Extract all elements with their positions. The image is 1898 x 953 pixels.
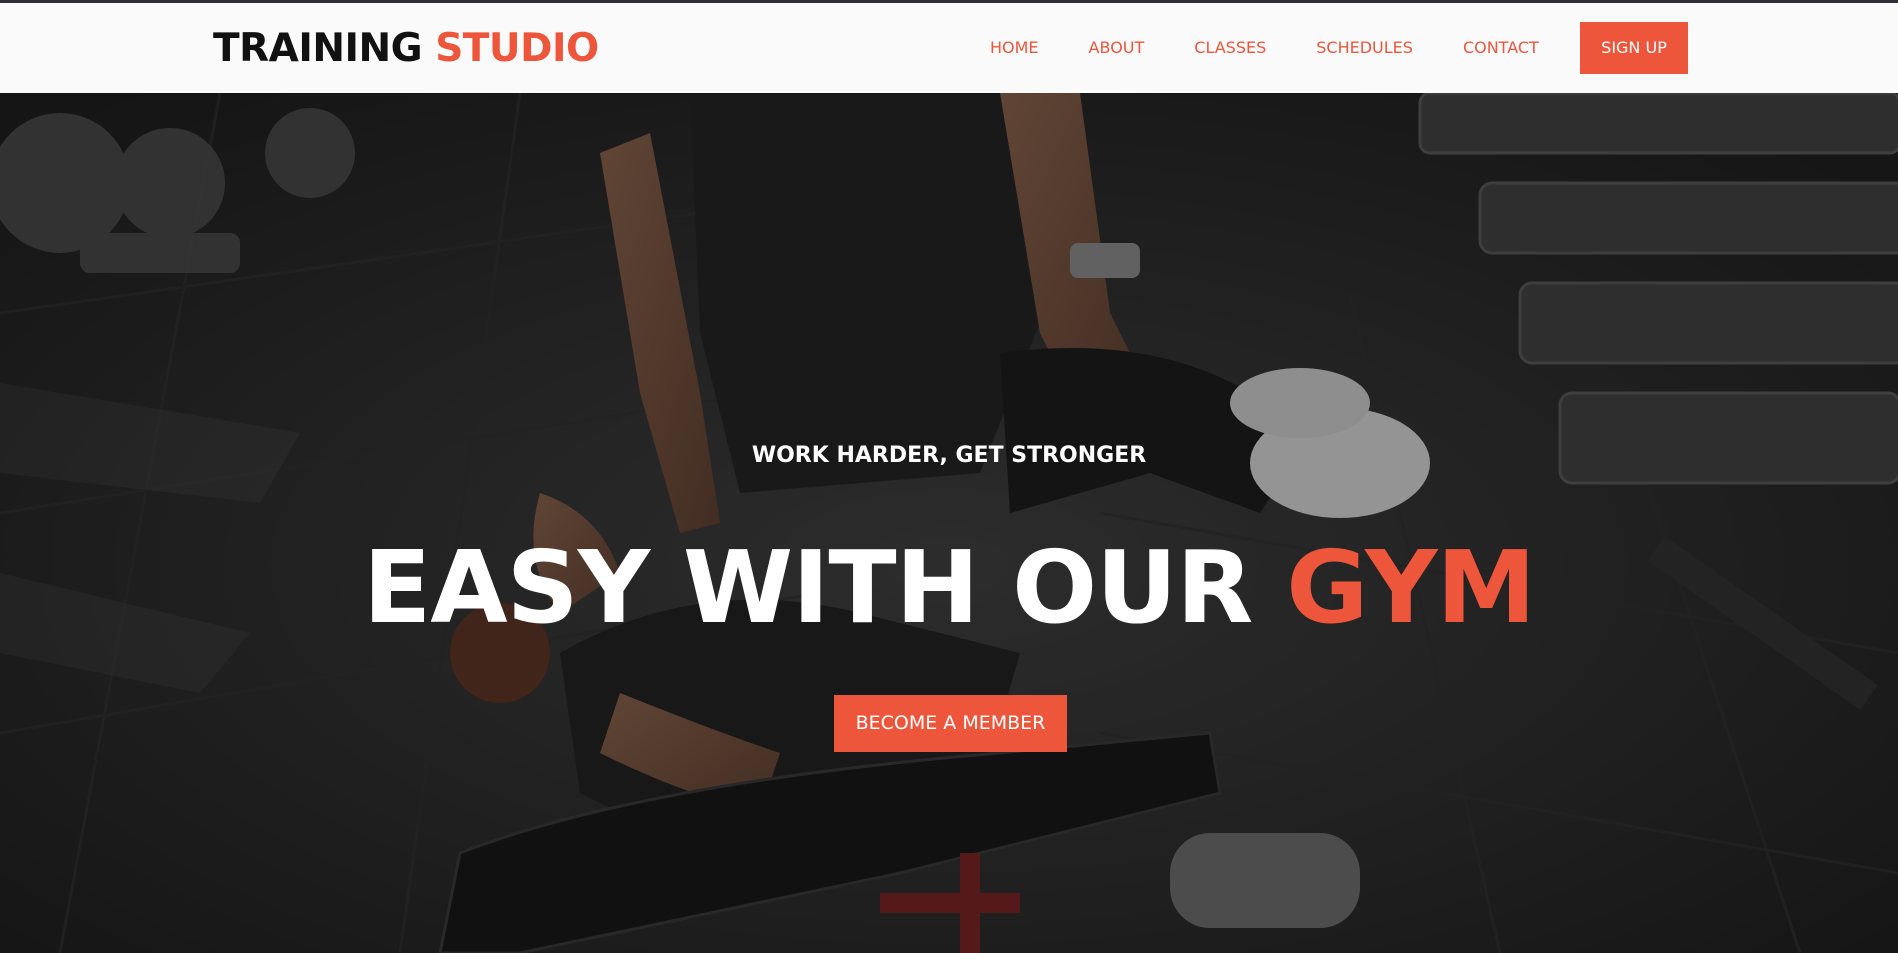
top-border (0, 0, 1898, 3)
site-logo[interactable]: TRAINING STUDIO (213, 25, 599, 73)
sign-up-button[interactable]: SIGN UP (1580, 22, 1688, 74)
nav-home[interactable]: HOME (990, 38, 1039, 58)
site-header: TRAINING STUDIO HOME ABOUT CLASSES SCHED… (0, 3, 1898, 93)
headline-main: EASY WITH OUR (362, 529, 1253, 646)
nav-contact[interactable]: CONTACT (1463, 38, 1539, 58)
headline-accent: GYM (1286, 529, 1536, 646)
nav-classes[interactable]: CLASSES (1194, 38, 1266, 58)
hero-overlay (0, 93, 1898, 953)
nav-about[interactable]: ABOUT (1089, 38, 1145, 58)
logo-text-primary: TRAINING (213, 26, 423, 71)
logo-text-accent: STUDIO (435, 26, 599, 71)
nav-schedules[interactable]: SCHEDULES (1316, 38, 1413, 58)
hero-headline: EASY WITH OUR GYM (0, 528, 1898, 648)
main-nav: HOME ABOUT CLASSES SCHEDULES CONTACT (972, 3, 1589, 93)
become-member-button[interactable]: BECOME A MEMBER (834, 695, 1067, 752)
page: TRAINING STUDIO HOME ABOUT CLASSES SCHED… (0, 0, 1898, 953)
hero-section: WORK HARDER, GET STRONGER EASY WITH OUR … (0, 93, 1898, 953)
hero-tagline: WORK HARDER, GET STRONGER (751, 443, 1147, 468)
